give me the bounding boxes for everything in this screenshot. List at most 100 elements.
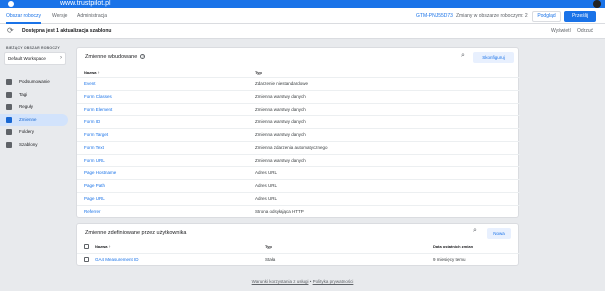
update-notice: ⟳ Dostępna jest 1 aktualizacja szablonu … <box>0 24 605 39</box>
table-row[interactable]: Form ID Zmienna warstwy danych <box>77 115 520 128</box>
variable-type: Adres URL <box>255 195 278 201</box>
view-button[interactable]: Wyświetl <box>551 24 571 39</box>
column-header-type[interactable]: Typ <box>255 70 262 75</box>
column-header-name[interactable]: Nazwa ↑ <box>84 70 100 75</box>
variable-type: Strona odsyłająca HTTP <box>255 208 304 214</box>
variable-name-link[interactable]: Form Classes <box>84 91 112 103</box>
tab-workspace[interactable]: Obszar roboczy <box>6 8 42 24</box>
variable-type: Zdarzenie niestandardowe <box>255 81 309 86</box>
terms-link[interactable]: Warunki korzystania z usługi <box>252 279 309 284</box>
search-icon[interactable]: ⌕ <box>461 52 465 60</box>
variable-type: Zmienna warstwy danych <box>255 106 306 112</box>
sidebar-item-label: Tagi <box>19 92 28 97</box>
footer-separator: • <box>309 279 312 284</box>
variable-name-link[interactable]: Form Text <box>84 142 104 154</box>
privacy-link[interactable]: Polityka prywatności <box>313 279 354 284</box>
table-row[interactable]: Form Classes Zmienna warstwy danych <box>77 89 520 103</box>
tab-versions[interactable]: Wersje <box>52 8 67 24</box>
refresh-icon: ⟳ <box>7 26 14 35</box>
tab-admin[interactable]: Administracja <box>77 8 107 24</box>
sidebar-item-label: Podsumowanie <box>19 79 50 84</box>
card-title: Zmienne wbudowane? <box>85 54 146 60</box>
notice-text: Dostępna jest 1 aktualizacja szablonu <box>22 28 112 34</box>
sidebar: BIEŻĄCY OBSZAR ROBOCZY Default Workspace… <box>0 40 70 291</box>
table-row[interactable]: Referrer Strona odsyłająca HTTP <box>77 204 520 218</box>
sidebar-item-folders[interactable]: Foldery <box>0 126 68 138</box>
url-text: www.trustpilot.pl <box>60 0 111 7</box>
column-header-edited[interactable]: Data ostatnich zmian <box>433 244 473 249</box>
browser-bar: www.trustpilot.pl <box>0 0 605 8</box>
overview-icon <box>6 79 12 85</box>
new-variable-button[interactable]: Nowa <box>487 228 511 239</box>
configure-button[interactable]: Skonfiguruj <box>473 52 514 63</box>
variable-name-link[interactable]: Page Path <box>84 180 105 192</box>
tag-icon <box>6 92 12 98</box>
variable-name-link[interactable]: Event <box>84 78 96 90</box>
footer: Warunki korzystania z usługi • Polityka … <box>0 279 605 284</box>
variable-type: Adres URL <box>255 170 278 176</box>
row-checkbox[interactable] <box>84 257 89 262</box>
sidebar-item-label: Foldery <box>19 129 35 134</box>
help-icon[interactable]: ? <box>140 54 146 60</box>
sidebar-item-label: Zmienne <box>19 117 37 122</box>
column-header-name[interactable]: Nazwa ↑ <box>95 244 111 249</box>
variable-name-link[interactable]: Form URL <box>84 155 105 167</box>
preview-button[interactable]: Podgląd <box>532 11 561 22</box>
table-row[interactable]: Form Text Zmienna zdarzenia automatyczneg… <box>77 140 520 154</box>
sidebar-item-label: Szablony <box>19 142 38 147</box>
sidebar-item-label: Reguły <box>19 104 34 109</box>
table-row[interactable]: Form Element Zmienna warstwy danych <box>77 102 520 116</box>
variable-type: Zmienna warstwy danych <box>255 132 306 137</box>
card-title: Zmienne zdefiniowane przez użytkownika <box>85 230 187 236</box>
sidebar-item-templates[interactable]: Szablony <box>0 139 68 151</box>
user-variables-card: Zmienne zdefiniowane przez użytkownika ⌕… <box>76 223 520 266</box>
table-row[interactable]: Form Target Zmienna warstwy danych <box>77 128 520 141</box>
workspace-value: Default Workspace <box>8 56 46 61</box>
variable-type: Zmienna warstwy danych <box>255 93 306 99</box>
table-row[interactable]: Page URL Adres URL <box>77 191 520 205</box>
variable-type: Stała <box>265 257 276 262</box>
table-row[interactable]: Form URL Zmienna warstwy danych <box>77 153 520 167</box>
table-row[interactable]: Page Hostname Adres URL <box>77 166 520 179</box>
variable-type: Adres URL <box>255 183 278 188</box>
builtin-variables-card: Zmienne wbudowane? ⌕ Skonfiguruj Nazwa ↑… <box>76 47 520 218</box>
column-header-label: Nazwa <box>84 70 97 75</box>
card-title-text: Zmienne wbudowane <box>85 54 138 60</box>
variable-name-link[interactable]: Form ID <box>84 116 100 128</box>
variable-name-link[interactable]: Page URL <box>84 193 105 205</box>
dismiss-button[interactable]: Odrzuć <box>577 24 593 39</box>
variable-edited: 9 miesięcy temu <box>433 257 466 262</box>
variable-name-link[interactable]: Form Element <box>84 104 112 116</box>
app-logo-icon <box>8 1 14 7</box>
folder-icon <box>6 129 12 135</box>
template-icon <box>6 142 12 148</box>
variable-name-link[interactable]: GA4 Measurement ID <box>95 254 139 266</box>
sidebar-item-variables[interactable]: Zmienne <box>0 114 68 126</box>
workspace-selector[interactable]: Default Workspace › <box>4 52 66 65</box>
variable-name-link[interactable]: Form Target <box>84 129 108 141</box>
avatar[interactable] <box>593 0 601 8</box>
column-header-type[interactable]: Typ <box>265 244 272 249</box>
sidebar-item-tags[interactable]: Tagi <box>0 89 68 101</box>
variable-icon <box>6 117 12 123</box>
workspace-changes: Zmiany w obszarze roboczym: 2 <box>456 13 528 19</box>
variable-type: Zmienna warstwy danych <box>255 157 306 163</box>
variable-type: Zmienna zdarzenia automatycznego <box>255 144 328 150</box>
trigger-icon <box>6 104 12 110</box>
column-header-label: Nazwa <box>95 244 108 249</box>
sidebar-item-overview[interactable]: Podsumowanie <box>0 76 68 88</box>
table-row[interactable]: GA4 Measurement ID Stała 9 miesięcy temu <box>77 253 520 265</box>
workspace-label: BIEŻĄCY OBSZAR ROBOCZY <box>6 46 60 50</box>
variable-name-link[interactable]: Referrer <box>84 206 101 218</box>
table-row[interactable]: Page Path Adres URL <box>77 179 520 192</box>
sidebar-item-triggers[interactable]: Reguły <box>0 101 68 113</box>
submit-button[interactable]: Prześlij <box>564 11 596 22</box>
select-all-checkbox[interactable] <box>84 244 89 249</box>
variable-type: Zmienna warstwy danych <box>255 119 306 125</box>
chevron-right-icon: › <box>60 55 62 61</box>
variable-name-link[interactable]: Page Hostname <box>84 167 116 179</box>
table-row[interactable]: Event Zdarzenie niestandardowe <box>77 77 520 90</box>
container-id[interactable]: GTM-PNJ55D73 <box>416 8 453 24</box>
top-navigation: Obszar roboczy Wersje Administracja GTM-… <box>0 8 605 24</box>
search-icon[interactable]: ⌕ <box>473 227 477 235</box>
